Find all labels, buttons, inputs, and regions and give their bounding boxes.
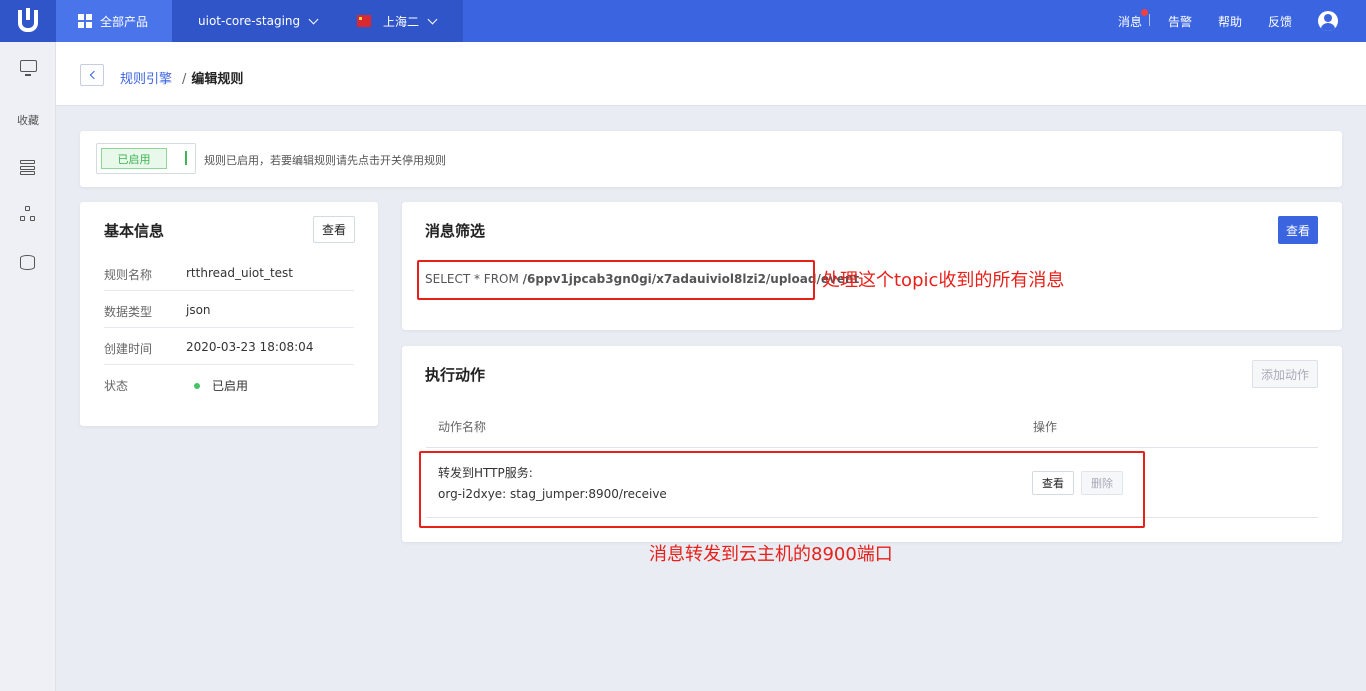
help-link[interactable]: 帮助	[1218, 13, 1242, 30]
annotation-box-action	[419, 451, 1145, 528]
breadcrumb-current: 编辑规则	[191, 72, 244, 87]
breadcrumb-separator: /	[182, 72, 187, 87]
divider	[1148, 13, 1150, 26]
status-dot-icon	[194, 383, 200, 389]
rule-status-card: 已启用 规则已启用，若要编辑规则请先点击开关停用规则	[80, 131, 1342, 187]
user-avatar-icon[interactable]	[1318, 11, 1338, 31]
toggle-knob	[169, 148, 191, 169]
chevron-left-icon	[89, 70, 98, 80]
page-header: 规则引擎 / 编辑规则	[56, 42, 1366, 106]
info-row-created-time: 创建时间 2020-03-23 18:08:04	[104, 328, 354, 365]
chevron-down-icon	[427, 14, 438, 24]
rule-enable-toggle[interactable]: 已启用	[96, 143, 196, 174]
column-header-action-name: 动作名称	[438, 420, 487, 434]
column-header-operations: 操作	[1033, 420, 1058, 434]
annotation-topic: 处理这个topic收到的所有消息	[822, 270, 1065, 291]
breadcrumb: 规则引擎 / 编辑规则	[120, 68, 243, 87]
rule-status-message: 规则已启用，若要编辑规则请先点击开关停用规则	[204, 154, 446, 167]
feedback-link[interactable]: 反馈	[1268, 13, 1292, 30]
project-selector[interactable]: uiot-core-staging	[172, 0, 327, 42]
info-key: 数据类型	[104, 305, 153, 319]
project-label: uiot-core-staging	[198, 14, 301, 28]
database-icon[interactable]	[20, 255, 35, 270]
region-selector[interactable]: 上海二	[327, 0, 463, 42]
chevron-down-icon	[308, 14, 319, 24]
top-navigation-bar: 全部产品 uiot-core-staging 上海二 消息 告警 帮助 反馈	[0, 0, 1366, 42]
info-row-status: 状态 已启用	[104, 365, 354, 402]
info-row-rule-name: 规则名称 rtthread_uiot_test	[104, 254, 354, 291]
basic-info-title: 基本信息	[104, 222, 165, 240]
info-value: 已启用	[194, 377, 266, 394]
info-row-data-type: 数据类型 json	[104, 291, 354, 328]
annotation-action: 消息转发到云主机的8900端口	[649, 544, 893, 565]
back-button[interactable]	[80, 64, 104, 86]
table-header-divider	[426, 447, 1318, 448]
basic-info-view-button[interactable]: 查看	[313, 216, 355, 243]
add-action-button[interactable]: 添加动作	[1252, 360, 1318, 388]
toggle-on-label: 已启用	[101, 148, 167, 169]
info-key: 状态	[104, 379, 129, 393]
info-value: rtthread_uiot_test	[186, 266, 294, 280]
actions-title: 执行动作	[425, 366, 486, 384]
info-value: 2020-03-23 18:08:04	[186, 340, 314, 354]
basic-info-card: 基本信息 查看 规则名称 rtthread_uiot_test 数据类型 jso…	[80, 202, 378, 426]
info-key: 创建时间	[104, 342, 153, 356]
left-sidebar: 收藏	[0, 42, 56, 691]
monitor-icon[interactable]	[20, 60, 37, 76]
ucloud-logo[interactable]	[0, 0, 56, 42]
alerts-link[interactable]: 告警	[1168, 13, 1192, 30]
status-value: 已启用	[212, 379, 249, 393]
all-products-menu[interactable]: 全部产品	[56, 0, 172, 42]
breadcrumb-rule-engine-link[interactable]: 规则引擎	[120, 72, 172, 87]
network-tree-icon[interactable]	[20, 206, 37, 223]
china-flag-icon	[357, 15, 371, 27]
filter-view-button[interactable]: 查看	[1278, 216, 1318, 244]
annotation-box-topic	[417, 260, 815, 300]
unread-badge	[1140, 8, 1148, 16]
messages-label: 消息	[1117, 14, 1142, 29]
top-right-menu: 消息 告警 帮助 反馈	[1118, 0, 1366, 42]
grid-icon	[78, 14, 92, 28]
message-filter-title: 消息筛选	[425, 222, 486, 240]
favorites-label[interactable]: 收藏	[0, 112, 56, 128]
info-value: json	[186, 303, 211, 317]
info-key: 规则名称	[104, 268, 153, 282]
server-icon[interactable]	[20, 160, 37, 177]
region-label: 上海二	[383, 14, 420, 29]
messages-link[interactable]: 消息	[1117, 8, 1150, 30]
all-products-label: 全部产品	[100, 14, 149, 29]
